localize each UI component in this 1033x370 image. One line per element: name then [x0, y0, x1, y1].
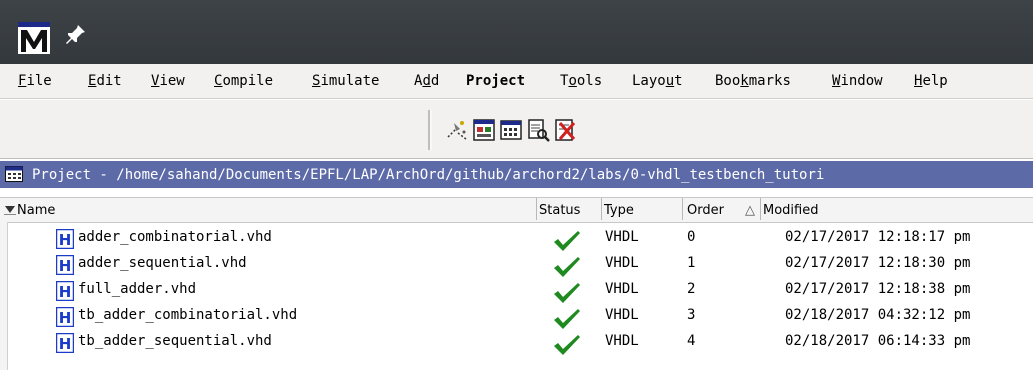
vhdl-file-icon: H: [56, 255, 74, 275]
menu-item-file[interactable]: File: [18, 73, 52, 89]
file-name: tb_adder_sequential.vhd: [78, 333, 272, 349]
file-type: VHDL: [605, 281, 639, 297]
file-name: full_adder.vhd: [78, 281, 197, 297]
vhdl-file-icon: H: [56, 281, 74, 301]
pin-icon[interactable]: [64, 22, 88, 46]
column-modified[interactable]: Modified: [763, 203, 818, 218]
menu-item-view[interactable]: View: [151, 73, 185, 89]
vhdl-file-icon: H: [56, 229, 74, 249]
column-type[interactable]: Type: [604, 203, 634, 218]
compile-report-icon[interactable]: [525, 117, 551, 143]
file-name: tb_adder_combinatorial.vhd: [78, 307, 298, 323]
vhdl-file-icon: H: [56, 333, 74, 353]
file-modified: 02/17/2017 12:18:38 pm: [785, 281, 971, 297]
file-type: VHDL: [605, 307, 639, 323]
file-type: VHDL: [605, 229, 639, 245]
svg-text:H: H: [59, 257, 72, 275]
status-check-icon: [554, 257, 580, 277]
remove-icon[interactable]: [552, 117, 578, 143]
menu-item-layout[interactable]: Layout: [632, 73, 683, 89]
svg-text:H: H: [59, 335, 72, 353]
file-modified: 02/18/2017 06:14:33 pm: [785, 333, 971, 349]
column-header: [0, 197, 1033, 223]
menu-item-bookmarks[interactable]: Bookmarks: [715, 73, 791, 89]
table-row[interactable]: Hfull_adder.vhd VHDL 2 02/17/2017 12:18:38 …: [0, 277, 1033, 303]
compile-out-of-date-icon[interactable]: [471, 117, 497, 143]
expand-arrow-icon[interactable]: [4, 205, 16, 215]
column-divider[interactable]: [760, 198, 761, 220]
file-name: adder_combinatorial.vhd: [78, 229, 272, 245]
table-row[interactable]: Htb_adder_sequential.vhd VHDL 4 02/18/2017 …: [0, 329, 1033, 355]
project-path-title: Project - /home/sahand/Documents/EPFL/LA…: [32, 167, 825, 183]
svg-text:H: H: [59, 231, 72, 249]
table-row[interactable]: Htb_adder_combinatorial.vhd VHDL 3 02/18/20…: [0, 303, 1033, 329]
status-check-icon: [554, 335, 580, 355]
table-row[interactable]: Hadder_sequential.vhd VHDL 1 02/17/2017 12:…: [0, 251, 1033, 277]
column-divider[interactable]: [682, 198, 683, 220]
title-bar: [0, 0, 1033, 64]
file-modified: 02/17/2017 12:18:17 pm: [785, 229, 971, 245]
file-order: 2: [687, 281, 696, 297]
column-divider[interactable]: [601, 198, 602, 220]
column-status[interactable]: Status: [539, 203, 599, 218]
file-order: 1: [687, 255, 696, 271]
modelsim-logo-icon[interactable]: [18, 22, 50, 54]
status-check-icon: [554, 231, 580, 251]
menu-item-help[interactable]: Help: [914, 73, 948, 89]
file-modified: 02/17/2017 12:18:30 pm: [785, 255, 971, 271]
compile-all-icon[interactable]: [498, 117, 524, 143]
menu-item-project[interactable]: Project: [466, 73, 525, 89]
file-type: VHDL: [605, 333, 639, 349]
compile-icon[interactable]: [444, 117, 470, 143]
file-type: VHDL: [605, 255, 639, 271]
column-divider[interactable]: [536, 198, 537, 220]
status-check-icon: [554, 283, 580, 303]
file-order: 0: [687, 229, 696, 245]
project-icon: [5, 166, 23, 182]
status-check-icon: [554, 309, 580, 329]
svg-text:H: H: [59, 283, 72, 301]
menu-item-simulate[interactable]: Simulate: [312, 73, 379, 89]
menu-item-window[interactable]: Window: [832, 73, 883, 89]
file-order: 4: [687, 333, 696, 349]
file-modified: 02/18/2017 04:32:12 pm: [785, 307, 971, 323]
toolbar-grip-handle[interactable]: [428, 110, 432, 150]
menu-item-edit[interactable]: Edit: [88, 73, 122, 89]
menu-item-add[interactable]: Add: [414, 73, 439, 89]
svg-text:H: H: [59, 309, 72, 327]
column-name[interactable]: Name: [17, 203, 55, 218]
table-row[interactable]: Hadder_combinatorial.vhd VHDL 0 02/17/2017 …: [0, 225, 1033, 251]
file-order: 3: [687, 307, 696, 323]
sort-ascending-icon[interactable]: △: [745, 203, 755, 218]
column-order[interactable]: Order: [687, 203, 724, 218]
menu-item-compile[interactable]: Compile: [214, 73, 273, 89]
menu-item-tools[interactable]: Tools: [560, 73, 602, 89]
vhdl-file-icon: H: [56, 307, 74, 327]
file-name: adder_sequential.vhd: [78, 255, 247, 271]
